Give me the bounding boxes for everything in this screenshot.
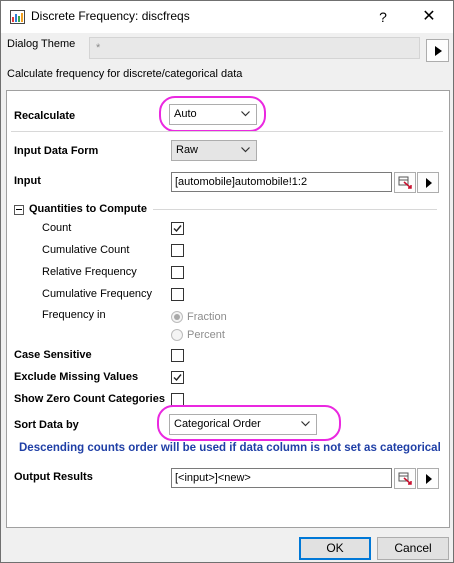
separator	[11, 131, 443, 132]
settings-panel: Recalculate Auto Input Data Form Raw Inp…	[6, 90, 450, 528]
input-label: Input	[14, 175, 41, 187]
theme-menu-button[interactable]	[426, 39, 449, 62]
cumulative-frequency-checkbox[interactable]	[171, 288, 184, 301]
checkmark-icon	[173, 374, 182, 382]
group-separator	[153, 209, 437, 210]
count-label: Count	[42, 222, 72, 234]
checkmark-icon	[173, 225, 182, 233]
sort-data-value: Categorical Order	[174, 418, 261, 430]
output-results-label: Output Results	[14, 471, 93, 483]
sort-data-label: Sort Data by	[14, 419, 79, 431]
window-title: Discrete Frequency: discfreqs	[31, 9, 190, 23]
ok-button[interactable]: OK	[299, 537, 371, 560]
cumulative-count-checkbox[interactable]	[171, 244, 184, 257]
output-select-button[interactable]	[394, 468, 416, 489]
show-zero-count-label: Show Zero Count Categories	[14, 393, 165, 405]
output-menu-button[interactable]	[417, 468, 439, 489]
dialog-description: Calculate frequency for discrete/categor…	[7, 68, 243, 80]
count-checkbox[interactable]	[171, 222, 184, 235]
recalculate-value: Auto	[174, 108, 197, 120]
recalculate-label: Recalculate	[14, 110, 76, 122]
quantities-group-label: Quantities to Compute	[29, 203, 147, 215]
fraction-radio[interactable]	[171, 311, 183, 323]
dialog-window: Discrete Frequency: discfreqs ? ✕ Dialog…	[0, 0, 454, 563]
percent-radio[interactable]	[171, 329, 183, 341]
frequency-in-label: Frequency in	[42, 309, 106, 321]
range-picker-icon	[398, 472, 412, 485]
exclude-missing-label: Exclude Missing Values	[14, 371, 139, 383]
input-range-field[interactable]: [automobile]automobile!1:2	[171, 172, 392, 192]
percent-label: Percent	[187, 329, 225, 341]
input-data-form-dropdown[interactable]: Raw	[171, 140, 257, 161]
case-sensitive-checkbox[interactable]	[171, 349, 184, 362]
input-menu-button[interactable]	[417, 172, 439, 193]
chevron-down-icon	[301, 421, 310, 427]
cancel-button[interactable]: Cancel	[377, 537, 449, 560]
close-button[interactable]: ✕	[409, 5, 449, 29]
sort-info-message: Descending counts order will be used if …	[19, 442, 441, 454]
recalculate-dropdown[interactable]: Auto	[169, 104, 257, 125]
chevron-down-icon	[241, 111, 250, 117]
sort-data-dropdown[interactable]: Categorical Order	[169, 414, 317, 435]
play-arrow-icon	[435, 46, 442, 56]
chevron-down-icon	[241, 147, 250, 153]
play-arrow-icon	[426, 474, 432, 484]
app-icon	[10, 10, 25, 24]
cumulative-count-label: Cumulative Count	[42, 244, 130, 256]
exclude-missing-checkbox[interactable]	[171, 371, 184, 384]
dialog-theme-field[interactable]: *	[89, 37, 420, 59]
case-sensitive-label: Case Sensitive	[14, 349, 92, 361]
collapse-minus-icon[interactable]	[14, 205, 24, 215]
relative-frequency-label: Relative Frequency	[42, 266, 137, 278]
play-arrow-icon	[426, 178, 432, 188]
cumulative-frequency-label: Cumulative Frequency	[42, 288, 153, 300]
fraction-label: Fraction	[187, 311, 227, 323]
dialog-theme-label: Dialog Theme	[7, 38, 76, 50]
output-results-field[interactable]: [<input>]<new>	[171, 468, 392, 488]
title-bar: Discrete Frequency: discfreqs ? ✕	[1, 1, 453, 33]
radio-selected-dot	[174, 314, 180, 320]
input-data-form-value: Raw	[176, 144, 199, 156]
range-picker-icon	[398, 176, 412, 189]
select-range-button[interactable]	[394, 172, 416, 193]
input-data-form-label: Input Data Form	[14, 145, 99, 157]
relative-frequency-checkbox[interactable]	[171, 266, 184, 279]
help-button[interactable]: ?	[363, 5, 403, 29]
